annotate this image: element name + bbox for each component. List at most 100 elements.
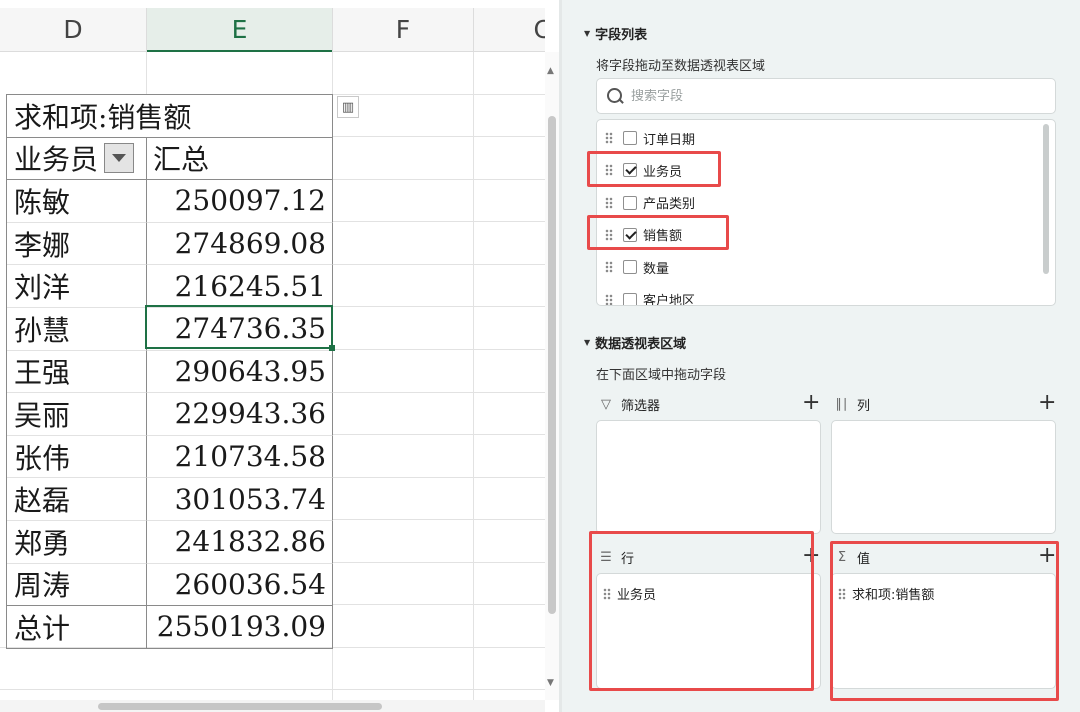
salesperson-cell[interactable]: 李娜 bbox=[7, 222, 147, 266]
gridline bbox=[333, 136, 545, 137]
drag-handle-icon[interactable] bbox=[838, 587, 846, 600]
total-header[interactable]: 汇总 bbox=[147, 137, 333, 181]
horizontal-scrollbar[interactable] bbox=[0, 700, 545, 712]
pivot-analyze-icon[interactable]: ▥ bbox=[337, 96, 359, 118]
field-checkbox[interactable] bbox=[623, 195, 637, 210]
salesperson-cell[interactable]: 张伟 bbox=[7, 435, 147, 479]
salesperson-cell[interactable]: 赵磊 bbox=[7, 478, 147, 521]
drag-handle-icon[interactable] bbox=[603, 587, 611, 600]
sales-total-cell[interactable]: 301053.74 bbox=[147, 478, 333, 521]
column-area[interactable] bbox=[831, 420, 1056, 534]
salesperson-cell[interactable]: 吴丽 bbox=[7, 393, 147, 436]
add-filter-button[interactable]: + bbox=[802, 392, 820, 414]
funnel-icon: ▽ bbox=[601, 396, 611, 412]
grand-total-row: 总计 2550193.09 bbox=[7, 606, 333, 649]
field-item[interactable]: 订单日期 bbox=[597, 124, 695, 152]
filter-area[interactable] bbox=[596, 420, 821, 534]
value-area-item-label: 求和项:销售额 bbox=[852, 588, 935, 603]
sales-total-cell[interactable]: 229943.36 bbox=[147, 393, 333, 436]
chevron-down-icon bbox=[112, 154, 127, 163]
pivot-value-title[interactable]: 求和项:销售额 bbox=[7, 95, 333, 138]
sales-total-cell[interactable]: 274869.08 bbox=[147, 222, 333, 266]
field-label: 客户地区 bbox=[643, 294, 696, 306]
drag-handle-icon[interactable] bbox=[605, 293, 613, 305]
gridline bbox=[333, 562, 545, 563]
field-search-box[interactable] bbox=[596, 78, 1056, 114]
sales-total-cell[interactable]: 260036.54 bbox=[147, 563, 333, 607]
scrollbar-thumb[interactable] bbox=[548, 116, 556, 614]
sales-total-cell[interactable]: 216245.51 bbox=[147, 265, 333, 308]
gridline bbox=[333, 306, 545, 307]
salesperson-cell[interactable]: 陈敏 bbox=[7, 180, 147, 223]
field-checkbox[interactable] bbox=[623, 292, 637, 305]
scroll-down-icon[interactable]: ▼ bbox=[547, 678, 554, 688]
scroll-up-icon[interactable]: ▲ bbox=[547, 66, 554, 76]
filter-dropdown-button[interactable] bbox=[104, 143, 135, 174]
gridline bbox=[333, 477, 545, 478]
salesperson-cell[interactable]: 孙慧 bbox=[7, 307, 147, 351]
grand-total-value[interactable]: 2550193.09 bbox=[147, 606, 333, 649]
value-area-item[interactable]: 求和项:销售额 bbox=[832, 584, 934, 603]
field-item[interactable]: 客户地区 bbox=[597, 286, 696, 306]
drag-handle-icon[interactable] bbox=[605, 164, 613, 177]
field-list-section[interactable]: ▼ 字段列表 bbox=[584, 24, 647, 43]
add-row-button[interactable]: + bbox=[802, 545, 820, 567]
gridline bbox=[333, 434, 545, 435]
field-checkbox[interactable] bbox=[623, 260, 637, 275]
sigma-icon: Σ bbox=[837, 549, 847, 565]
row-area[interactable]: 业务员 bbox=[596, 573, 821, 689]
pivot-data-row: 赵磊 301053.74 bbox=[7, 478, 333, 521]
row-area-header: ☰ 行 bbox=[598, 545, 634, 569]
column-area-label: 列 bbox=[857, 398, 871, 414]
areas-section[interactable]: ▼ 数据透视表区域 bbox=[584, 333, 686, 352]
collapse-triangle-icon[interactable]: ▼ bbox=[584, 29, 590, 38]
vertical-scrollbar[interactable]: ▲ ▼ bbox=[545, 52, 559, 700]
grand-total-label[interactable]: 总计 bbox=[7, 606, 147, 649]
filter-area-label: 筛选器 bbox=[621, 398, 661, 414]
gridline bbox=[333, 519, 545, 520]
drag-handle-icon[interactable] bbox=[605, 261, 613, 274]
salesperson-cell[interactable]: 郑勇 bbox=[7, 520, 147, 564]
drag-handle-icon[interactable] bbox=[605, 196, 613, 209]
drag-handle-icon[interactable] bbox=[605, 228, 613, 241]
field-label: 产品类别 bbox=[643, 197, 696, 213]
salesperson-cell[interactable]: 刘洋 bbox=[7, 265, 147, 308]
rows-icon: ☰ bbox=[600, 549, 612, 565]
add-value-button[interactable]: + bbox=[1038, 545, 1056, 567]
row-field-header[interactable]: 业务员 bbox=[7, 137, 147, 181]
field-item[interactable]: 产品类别 bbox=[597, 189, 695, 217]
drag-handle-icon[interactable] bbox=[605, 132, 613, 144]
field-item[interactable]: 销售额 bbox=[597, 221, 682, 249]
pivot-data-row: 陈敏 250097.12 bbox=[7, 180, 333, 223]
sales-total-cell[interactable]: 250097.12 bbox=[147, 180, 333, 223]
field-item[interactable]: 业务员 bbox=[597, 156, 682, 184]
gridline bbox=[0, 689, 545, 690]
salesperson-cell[interactable]: 王强 bbox=[7, 350, 147, 394]
collapse-triangle-icon[interactable]: ▼ bbox=[584, 338, 590, 347]
sales-total-cell[interactable]: 241832.86 bbox=[147, 520, 333, 564]
sales-total-cell[interactable]: 290643.95 bbox=[147, 350, 333, 394]
columns-icon: ∥∣ bbox=[835, 396, 849, 412]
field-checkbox[interactable] bbox=[623, 131, 637, 145]
field-item[interactable]: 数量 bbox=[597, 253, 669, 281]
gridline bbox=[333, 179, 545, 180]
pivot-data-row: 孙慧 274736.35 bbox=[7, 307, 333, 351]
gridline bbox=[146, 52, 147, 94]
sales-total-cell[interactable]: 210734.58 bbox=[147, 435, 333, 479]
add-column-button[interactable]: + bbox=[1038, 392, 1056, 414]
field-checkbox[interactable] bbox=[623, 163, 637, 178]
value-area-header: Σ 值 bbox=[834, 545, 870, 569]
field-list-scrollbar[interactable] bbox=[1043, 124, 1049, 274]
column-header-next[interactable]: C bbox=[474, 8, 545, 52]
sales-total-cell[interactable]: 274736.35 bbox=[147, 307, 333, 351]
field-checkbox[interactable] bbox=[623, 227, 637, 242]
search-input[interactable] bbox=[631, 88, 1011, 104]
column-header-e[interactable]: E bbox=[147, 8, 332, 52]
value-area[interactable]: 求和项:销售额 bbox=[831, 573, 1056, 689]
scrollbar-thumb[interactable] bbox=[98, 703, 382, 710]
row-area-item[interactable]: 业务员 bbox=[597, 584, 656, 603]
column-header-f[interactable]: F bbox=[333, 8, 473, 52]
field-list: 订单日期业务员产品类别销售额数量客户地区 bbox=[596, 119, 1056, 306]
column-header-d[interactable]: D bbox=[0, 8, 146, 52]
salesperson-cell[interactable]: 周涛 bbox=[7, 563, 147, 607]
